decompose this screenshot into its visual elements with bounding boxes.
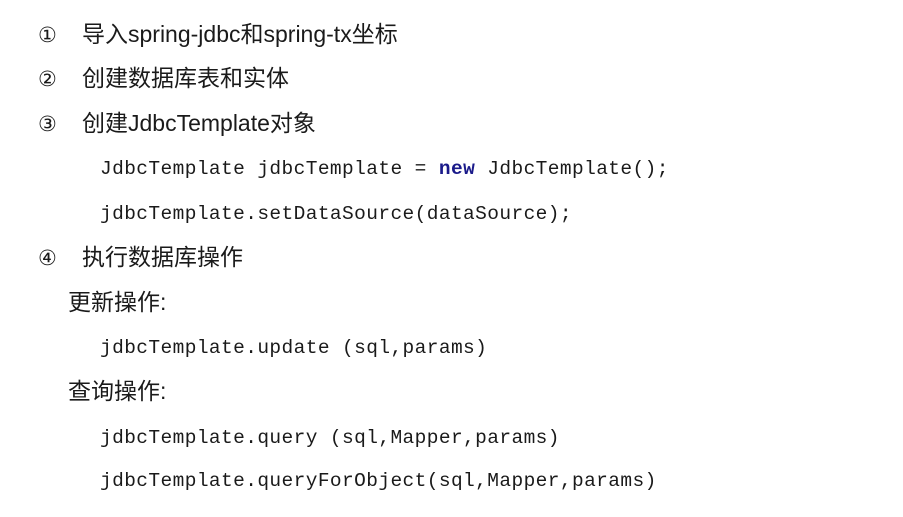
- code-line-set-datasource: jdbcTemplate.setDataSource(dataSource);: [100, 203, 572, 225]
- code-line-query-for-object: jdbcTemplate.queryForObject(sql,Mapper,p…: [100, 470, 657, 492]
- code-line-create-template: JdbcTemplate jdbcTemplate = new JdbcTemp…: [100, 156, 669, 182]
- code-fragment: JdbcTemplate();: [475, 158, 669, 180]
- step-1-number: ①: [38, 23, 57, 47]
- code-fragment: JdbcTemplate jdbcTemplate =: [100, 158, 439, 180]
- step-3-number: ③: [38, 112, 57, 136]
- keyword-new: new: [438, 158, 476, 180]
- step-2-text: 创建数据库表和实体: [82, 65, 289, 91]
- step-2-number: ②: [38, 67, 57, 91]
- step-4-number: ④: [38, 246, 57, 270]
- step-1-text: 导入spring-jdbc和spring-tx坐标: [82, 21, 398, 47]
- step-3-text: 创建JdbcTemplate对象: [82, 110, 316, 136]
- code-line-update: jdbcTemplate.update (sql,params): [100, 337, 488, 359]
- update-label: 更新操作:: [68, 289, 167, 315]
- query-label: 查询操作:: [68, 378, 167, 404]
- step-4-text: 执行数据库操作: [82, 244, 243, 270]
- code-line-query: jdbcTemplate.query (sql,Mapper,params): [100, 427, 560, 449]
